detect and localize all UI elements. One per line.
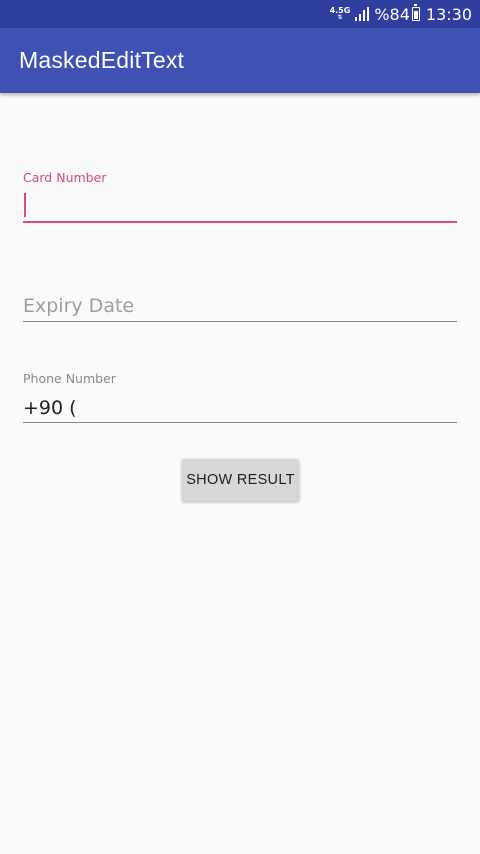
battery-percent: %84: [374, 4, 410, 24]
signal-icon: [355, 7, 370, 21]
show-result-button[interactable]: SHOW RESULT: [182, 459, 299, 501]
phone-number-value[interactable]: +90 (: [23, 397, 77, 419]
text-cursor: [24, 193, 26, 217]
phone-number-underline: [23, 422, 457, 423]
clock: 13:30: [425, 4, 472, 24]
app-title: MaskedEditText: [19, 47, 185, 73]
card-number-field[interactable]: Card Number: [23, 160, 457, 230]
expiry-date-placeholder[interactable]: Expiry Date: [23, 295, 134, 317]
battery-fill: [413, 10, 418, 19]
status-bar: 4.5G ⇅ %84 13:30: [0, 0, 480, 28]
battery-icon: [411, 4, 420, 21]
expiry-date-field[interactable]: Expiry Date: [23, 290, 457, 330]
app-bar: MaskedEditText: [0, 28, 480, 93]
card-number-underline: [23, 221, 457, 223]
phone-number-field[interactable]: Phone Number +90 (: [23, 365, 457, 430]
data-arrows-icon: ⇅: [337, 14, 343, 21]
phone-number-label: Phone Number: [23, 371, 116, 386]
network-type-icon: 4.5G ⇅: [330, 7, 351, 21]
expiry-date-underline: [23, 321, 457, 322]
card-number-label: Card Number: [23, 170, 107, 185]
